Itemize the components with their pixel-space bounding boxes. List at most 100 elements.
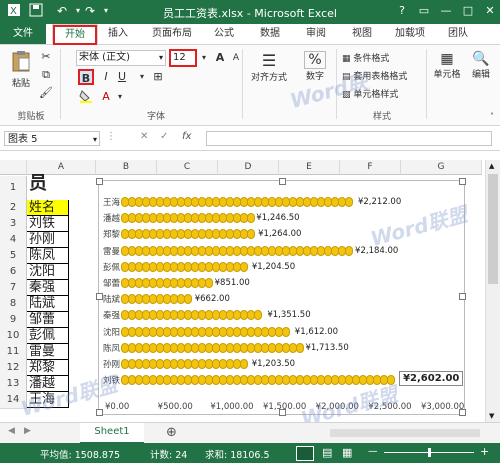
row-header[interactable]: 4 [0,232,27,249]
row-header[interactable]: 2 [0,200,27,217]
bar-coin-mark[interactable] [296,342,304,353]
data-label[interactable]: ¥1,264.00 [258,229,301,239]
edit-button[interactable]: 🔍 编辑 [466,51,496,80]
conditional-format-button[interactable]: ▦ 条件格式 [342,51,422,64]
data-label[interactable]: ¥1,203.50 [252,359,295,369]
data-label[interactable]: ¥851.00 [215,278,250,288]
format-painter-icon[interactable]: 🖌 [38,85,54,101]
data-label[interactable]: ¥1,246.50 [256,213,299,223]
collapse-ribbon-icon[interactable]: ˄ [484,109,500,125]
font-color-dropdown-icon[interactable]: ▾ [112,89,128,105]
tab-data[interactable]: 数据 [252,24,288,44]
name-cell[interactable]: 姓名 [27,200,69,216]
row-header[interactable]: 11 [0,344,27,361]
row-header[interactable]: 7 [0,280,27,297]
vertical-scrollbar[interactable]: ▲ ▼ [485,160,500,422]
resize-handle[interactable] [96,293,103,300]
page-break-view-icon[interactable]: ▦ [342,446,352,459]
column-header-d[interactable]: D [218,160,279,175]
resize-handle[interactable] [96,409,103,416]
name-box[interactable]: 图表 5 ▾ [4,131,100,146]
column-header-g[interactable]: G [401,160,482,175]
row-header[interactable]: 9 [0,312,27,329]
cancel-icon[interactable]: ✕ [140,131,148,142]
row-header[interactable]: 13 [0,376,27,393]
name-cell[interactable]: 秦强 [27,280,69,296]
bar-coin-mark[interactable] [205,278,213,288]
data-label[interactable]: ¥1,351.50 [267,310,310,320]
row-header[interactable]: 5 [0,248,27,265]
resize-handle[interactable] [279,178,286,185]
name-cell[interactable]: 郑黎 [27,360,69,376]
bar-coin-mark[interactable] [345,245,353,256]
name-cell[interactable]: 沈阳 [27,264,69,280]
bar-coin-mark[interactable] [345,197,353,207]
scroll-up-icon[interactable]: ▲ [489,162,494,170]
tab-addins[interactable]: 加载项 [388,24,432,44]
minimize-button[interactable]: — [436,2,456,20]
cell-a1[interactable]: 员 [27,175,69,200]
tab-view[interactable]: 视图 [344,24,380,44]
bar-coin-mark[interactable] [240,261,248,272]
row-header[interactable]: 1 [0,176,27,201]
zoom-thumb[interactable] [428,448,431,457]
bar-coin-mark[interactable] [282,326,290,337]
grow-font-icon[interactable]: A [212,50,228,66]
italic-button[interactable]: I [98,69,114,85]
ribbon-display-button[interactable]: ▭ [414,2,434,20]
bar-coin-mark[interactable] [240,359,248,369]
name-cell[interactable]: 刘铁 [27,216,69,232]
help-button[interactable]: ? [392,2,412,20]
underline-button[interactable]: U [114,69,130,85]
maximize-button[interactable]: □ [458,2,478,20]
bar-coin-mark[interactable] [247,213,255,224]
row-header[interactable]: 8 [0,296,27,313]
name-cell[interactable]: 彭佩 [27,328,69,344]
tab-home[interactable]: 开始 [52,24,98,46]
horizontal-scrollbar[interactable] [330,429,480,437]
font-size-combo[interactable]: 12 [169,49,197,67]
paste-button[interactable]: 粘贴 [6,49,36,89]
zoom-slider[interactable] [384,448,474,457]
column-header-e[interactable]: E [279,160,340,175]
data-label[interactable]: ¥1,204.50 [252,262,295,272]
cut-icon[interactable]: ✂ [38,49,54,65]
name-cell[interactable]: 陈凤 [27,248,69,264]
resize-handle[interactable] [96,178,103,185]
prev-sheet-icon[interactable]: ◀ [8,426,15,436]
tab-formulas[interactable]: 公式 [206,24,242,44]
row-header[interactable]: 6 [0,264,27,281]
scroll-thumb[interactable] [488,174,498,284]
fx-icon[interactable]: fx [182,131,191,142]
tab-page-layout[interactable]: 页面布局 [144,24,200,44]
underline-dropdown-icon[interactable]: ▾ [134,69,150,85]
zoom-out-button[interactable]: — [368,446,378,457]
formula-input[interactable] [206,131,492,146]
close-button[interactable]: ✕ [480,2,500,20]
resize-handle[interactable] [459,293,466,300]
add-sheet-button[interactable]: ⊕ [166,425,177,440]
cells-button[interactable]: ▦ 单元格 [430,51,464,80]
borders-icon[interactable]: ⊞ [150,69,166,85]
column-header-b[interactable]: B [96,160,157,175]
next-sheet-icon[interactable]: ▶ [24,426,31,436]
alignment-button[interactable]: ☰ 对齐方式 [246,51,292,83]
data-label[interactable]: ¥1,612.00 [295,327,338,337]
data-label[interactable]: ¥662.00 [195,294,230,304]
bar-coin-mark[interactable] [184,294,192,305]
selected-data-label[interactable]: ¥2,602.00 [399,371,464,387]
tab-file[interactable]: 文件 [0,24,46,44]
tab-team[interactable]: 团队 [440,24,476,44]
enter-icon[interactable]: ✓ [160,131,168,142]
font-size-dropdown-icon[interactable]: ▾ [196,50,212,66]
normal-view-icon[interactable] [296,446,314,461]
name-cell[interactable]: 雷曼 [27,344,69,360]
name-cell[interactable]: 陆斌 [27,296,69,312]
zoom-in-button[interactable]: + [480,445,489,458]
fill-color-icon[interactable] [78,89,94,105]
resize-handle[interactable] [459,178,466,185]
row-header[interactable]: 10 [0,328,27,345]
name-cell[interactable]: 孙刚 [27,232,69,248]
row-header[interactable]: 3 [0,216,27,233]
bar-coin-mark[interactable] [247,229,255,240]
